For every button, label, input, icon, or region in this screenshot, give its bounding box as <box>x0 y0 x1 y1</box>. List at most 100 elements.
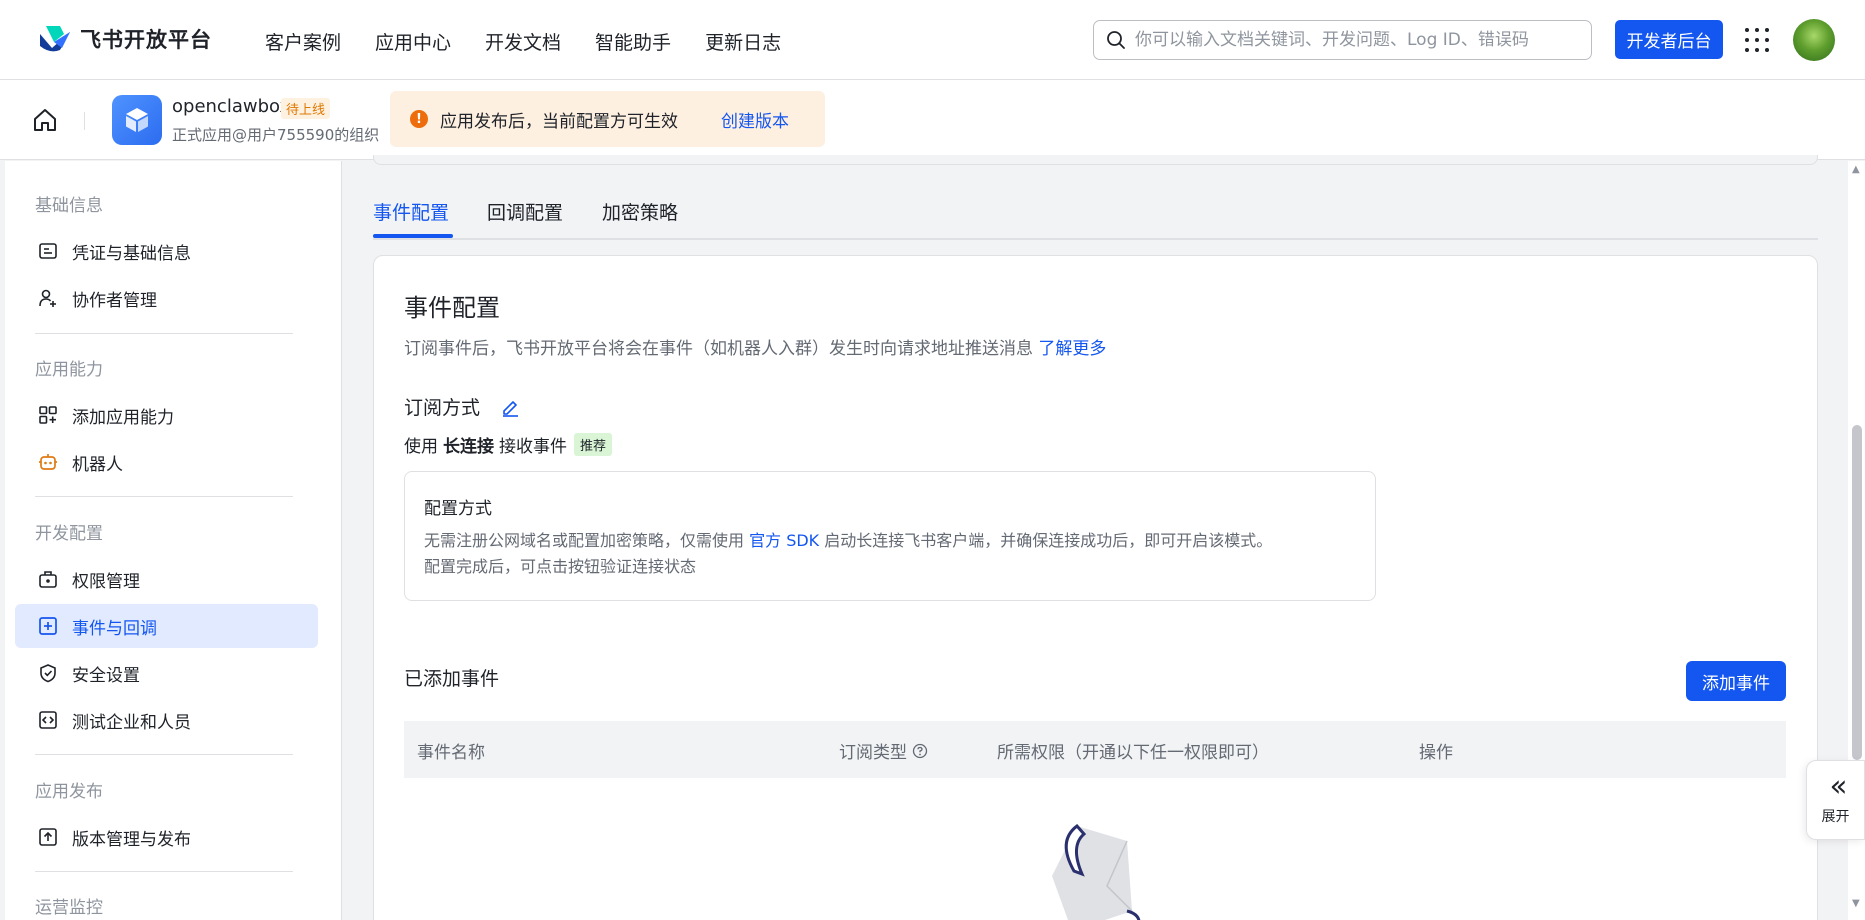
apps-add-icon <box>37 404 59 426</box>
sidebar-section-dev-config: 开发配置 <box>35 524 103 544</box>
search-box[interactable] <box>1093 20 1592 60</box>
event-config-card: 事件配置 订阅事件后，飞书开放平台将会在事件（如机器人入群）发生时向请求地址推送… <box>373 255 1818 920</box>
app-org: 正式应用@用户755590的组织 <box>172 126 380 144</box>
scroll-up-arrow-icon[interactable]: ▲ <box>1852 164 1860 175</box>
nav-item-assistant[interactable]: 智能助手 <box>595 28 671 55</box>
column-header: 操作 <box>1419 743 1453 763</box>
shield-icon <box>37 662 59 684</box>
previous-card-edge <box>373 155 1818 165</box>
divider <box>35 754 293 755</box>
sidebar-item-collaborators[interactable]: 协作者管理 <box>15 276 318 320</box>
notice-message: 应用发布后，当前配置方可生效 <box>440 111 678 132</box>
cube-icon <box>126 108 148 132</box>
warning-icon: ! <box>410 110 428 128</box>
config-tabs: 事件配置 回调配置 加密策略 <box>373 196 1818 240</box>
divider <box>84 112 85 130</box>
mode-suffix: 接收事件 <box>499 437 567 457</box>
sidebar-section-basic: 基础信息 <box>35 196 103 216</box>
home-icon[interactable] <box>32 107 58 133</box>
column-header-sub-type: 订阅类型 <box>839 738 928 763</box>
apps-grid-icon[interactable] <box>1745 28 1769 52</box>
sidebar-item-label: 机器人 <box>72 454 123 475</box>
sidebar-item-label: 安全设置 <box>72 665 140 686</box>
developer-console-button[interactable]: 开发者后台 <box>1615 20 1723 59</box>
sidebar-item-label: 权限管理 <box>72 571 140 592</box>
event-icon <box>37 615 59 637</box>
column-header: 所需权限（开通以下任一权限即可） <box>997 743 1269 763</box>
sidebar-section-capabilities: 应用能力 <box>35 360 103 380</box>
divider <box>35 496 293 497</box>
app-name: openclawbox <box>172 96 291 117</box>
sidebar-item-permissions[interactable]: 权限管理 <box>15 557 318 601</box>
sidebar-item-robot[interactable]: 机器人 <box>15 440 318 484</box>
create-version-link[interactable]: 创建版本 <box>721 107 789 132</box>
credential-icon <box>37 240 59 262</box>
add-event-button[interactable]: 添加事件 <box>1686 661 1786 701</box>
sidebar-section-publish: 应用发布 <box>35 782 103 802</box>
divider <box>35 333 293 334</box>
sidebar: 基础信息 凭证与基础信息 协作者管理 应用能力 添加应用能力 机器人 开发配置 … <box>5 161 342 920</box>
edit-icon[interactable] <box>500 397 520 417</box>
subscription-mode-label: 订阅方式 <box>404 393 520 420</box>
tab-active-indicator <box>373 234 453 238</box>
mode-prefix: 使用 <box>404 437 438 457</box>
sidebar-item-versions[interactable]: 版本管理与发布 <box>15 815 318 859</box>
double-chevron-left-icon: ‹‹ <box>1829 769 1848 804</box>
test-code-icon <box>37 709 59 731</box>
config-text: 启动长连接飞书客户端，并确保连接成功后，即可开启该模式。 <box>824 531 1273 550</box>
robot-icon <box>37 451 59 473</box>
description-text: 订阅事件后，飞书开放平台将会在事件（如机器人入群）发生时向请求地址推送消息 <box>404 339 1033 359</box>
official-sdk-link[interactable]: 官方 SDK <box>749 531 819 550</box>
tab-callback-config[interactable]: 回调配置 <box>487 198 563 225</box>
nav-item-changelog[interactable]: 更新日志 <box>705 28 781 55</box>
empty-state-illustration <box>1052 823 1141 920</box>
events-table-header: 事件名称 订阅类型 所需权限（开通以下任一权限即可） 操作 <box>404 721 1786 778</box>
config-method-line2: 配置完成后，可点击按钮验证连接状态 <box>424 557 697 576</box>
top-navbar: 飞书开放平台 客户案例 应用中心 开发文档 智能助手 更新日志 开发者后台 <box>0 0 1865 80</box>
sidebar-item-label: 协作者管理 <box>72 290 157 311</box>
column-header: 事件名称 <box>417 743 485 763</box>
config-text: 无需注册公网域名或配置加密策略，仅需使用 <box>424 531 745 550</box>
app-icon <box>112 95 162 145</box>
tab-event-config[interactable]: 事件配置 <box>373 198 449 225</box>
recommended-tag: 推荐 <box>574 433 613 456</box>
sidebar-item-security[interactable]: 安全设置 <box>15 651 318 695</box>
sidebar-item-label: 凭证与基础信息 <box>72 243 191 264</box>
sidebar-item-events[interactable]: 事件与回调 <box>15 604 318 648</box>
sidebar-item-credentials[interactable]: 凭证与基础信息 <box>15 229 318 273</box>
expand-panel-button[interactable]: ‹‹ 展开 <box>1806 760 1865 840</box>
status-badge: 待上线 <box>281 98 331 119</box>
permission-icon <box>37 568 59 590</box>
section-title: 事件配置 <box>404 294 500 322</box>
tab-encryption[interactable]: 加密策略 <box>602 198 678 225</box>
scrollbar-thumb[interactable] <box>1852 425 1862 760</box>
search-input[interactable] <box>1135 30 1575 50</box>
sidebar-item-label: 添加应用能力 <box>72 407 174 428</box>
config-method-line1: 无需注册公网域名或配置加密策略，仅需使用 官方 SDK 启动长连接飞书客户端，并… <box>424 527 1272 551</box>
learn-more-link[interactable]: 了解更多 <box>1038 339 1106 359</box>
nav-item-docs[interactable]: 开发文档 <box>485 28 561 55</box>
subscription-mode: 使用 长连接 接收事件 推荐 <box>404 432 613 457</box>
brand-logo[interactable]: 飞书开放平台 <box>38 24 212 54</box>
brand-name: 飞书开放平台 <box>80 28 212 52</box>
added-events-title: 已添加事件 <box>404 668 500 690</box>
help-icon[interactable] <box>912 743 928 759</box>
feishu-logo-icon <box>40 26 70 52</box>
column-header: 订阅类型 <box>839 743 907 763</box>
publish-notice: ! 应用发布后，当前配置方可生效 创建版本 <box>390 91 825 147</box>
sidebar-item-label: 版本管理与发布 <box>72 829 191 850</box>
mode-name: 长连接 <box>443 437 494 457</box>
upload-icon <box>37 826 59 848</box>
sidebar-item-test-org[interactable]: 测试企业和人员 <box>15 698 318 742</box>
section-description: 订阅事件后，飞书开放平台将会在事件（如机器人入群）发生时向请求地址推送消息 了解… <box>404 334 1106 359</box>
nav-item-cases[interactable]: 客户案例 <box>265 28 341 55</box>
user-avatar[interactable] <box>1793 19 1835 61</box>
sidebar-section-ops: 运营监控 <box>35 898 103 918</box>
nav-item-app-center[interactable]: 应用中心 <box>375 28 451 55</box>
config-method-title: 配置方式 <box>424 499 492 519</box>
sidebar-item-label: 事件与回调 <box>72 618 157 639</box>
subscription-label-text: 订阅方式 <box>404 397 481 419</box>
sidebar-item-add-capability[interactable]: 添加应用能力 <box>15 393 318 437</box>
user-add-icon <box>37 287 59 309</box>
scroll-down-arrow-icon[interactable]: ▼ <box>1852 898 1860 909</box>
